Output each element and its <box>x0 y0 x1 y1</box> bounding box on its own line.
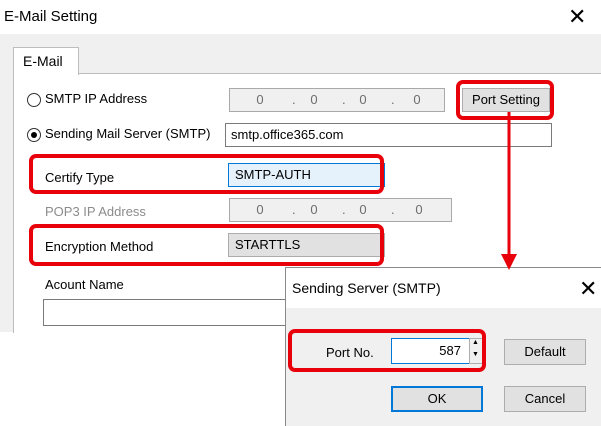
smtp-ip-octet-2: 0 <box>310 92 318 107</box>
pop3-ip-label: POP3 IP Address <box>45 204 146 219</box>
sub-dialog-title-bar: Sending Server (SMTP) ✕ <box>286 268 601 308</box>
smtp-ip-label[interactable]: SMTP IP Address <box>45 91 147 106</box>
red-arrow <box>501 112 517 270</box>
pop3-ip-octet-4: 0 <box>415 202 423 217</box>
dialog-title-bar: E-Mail Setting ✕ <box>0 0 601 34</box>
highlight-port-no <box>288 329 486 372</box>
smtp-ip-octet-3: 0 <box>359 92 367 107</box>
ip-dot: . <box>342 92 346 107</box>
smtp-ip-octet-1: 0 <box>256 92 264 107</box>
cancel-button[interactable]: Cancel <box>504 386 586 412</box>
ip-dot: . <box>292 202 296 217</box>
smtp-ip-radio[interactable] <box>27 93 41 107</box>
account-name-label: Acount Name <box>45 277 124 292</box>
tab-email[interactable]: E-Mail <box>13 47 79 75</box>
pop3-ip-field: 0 . 0 . 0 . 0 <box>229 198 452 222</box>
ok-button[interactable]: OK <box>391 386 483 412</box>
red-arrow-head <box>501 254 517 270</box>
default-button[interactable]: Default <box>504 339 586 365</box>
highlight-certify-type <box>29 154 384 194</box>
pop3-ip-octet-2: 0 <box>310 202 318 217</box>
dialog-title: E-Mail Setting <box>4 8 98 25</box>
sending-server-label[interactable]: Sending Mail Server (SMTP) <box>45 126 210 141</box>
ip-dot: . <box>292 92 296 107</box>
account-name-input[interactable] <box>43 299 303 326</box>
ip-dot: . <box>391 92 395 107</box>
ok-button-label: OK <box>427 391 447 406</box>
ip-dot: . <box>342 202 346 217</box>
close-icon[interactable]: ✕ <box>568 6 586 28</box>
sending-server-radio[interactable] <box>27 128 41 142</box>
tab-email-label: E-Mail <box>23 53 63 69</box>
cancel-button-label: Cancel <box>524 391 566 406</box>
close-icon[interactable]: ✕ <box>579 278 597 300</box>
pop3-ip-octet-3: 0 <box>359 202 367 217</box>
pop3-ip-octet-1: 0 <box>256 202 264 217</box>
sending-server-value: smtp.office365.com <box>231 127 344 142</box>
ip-dot: . <box>391 202 395 217</box>
sub-dialog-title: Sending Server (SMTP) <box>292 280 441 296</box>
smtp-ip-field[interactable]: 0 . 0 . 0 . 0 <box>229 88 445 112</box>
smtp-ip-octet-4: 0 <box>413 92 421 107</box>
highlight-encryption-method <box>29 224 384 266</box>
default-button-label: Default <box>524 344 566 359</box>
